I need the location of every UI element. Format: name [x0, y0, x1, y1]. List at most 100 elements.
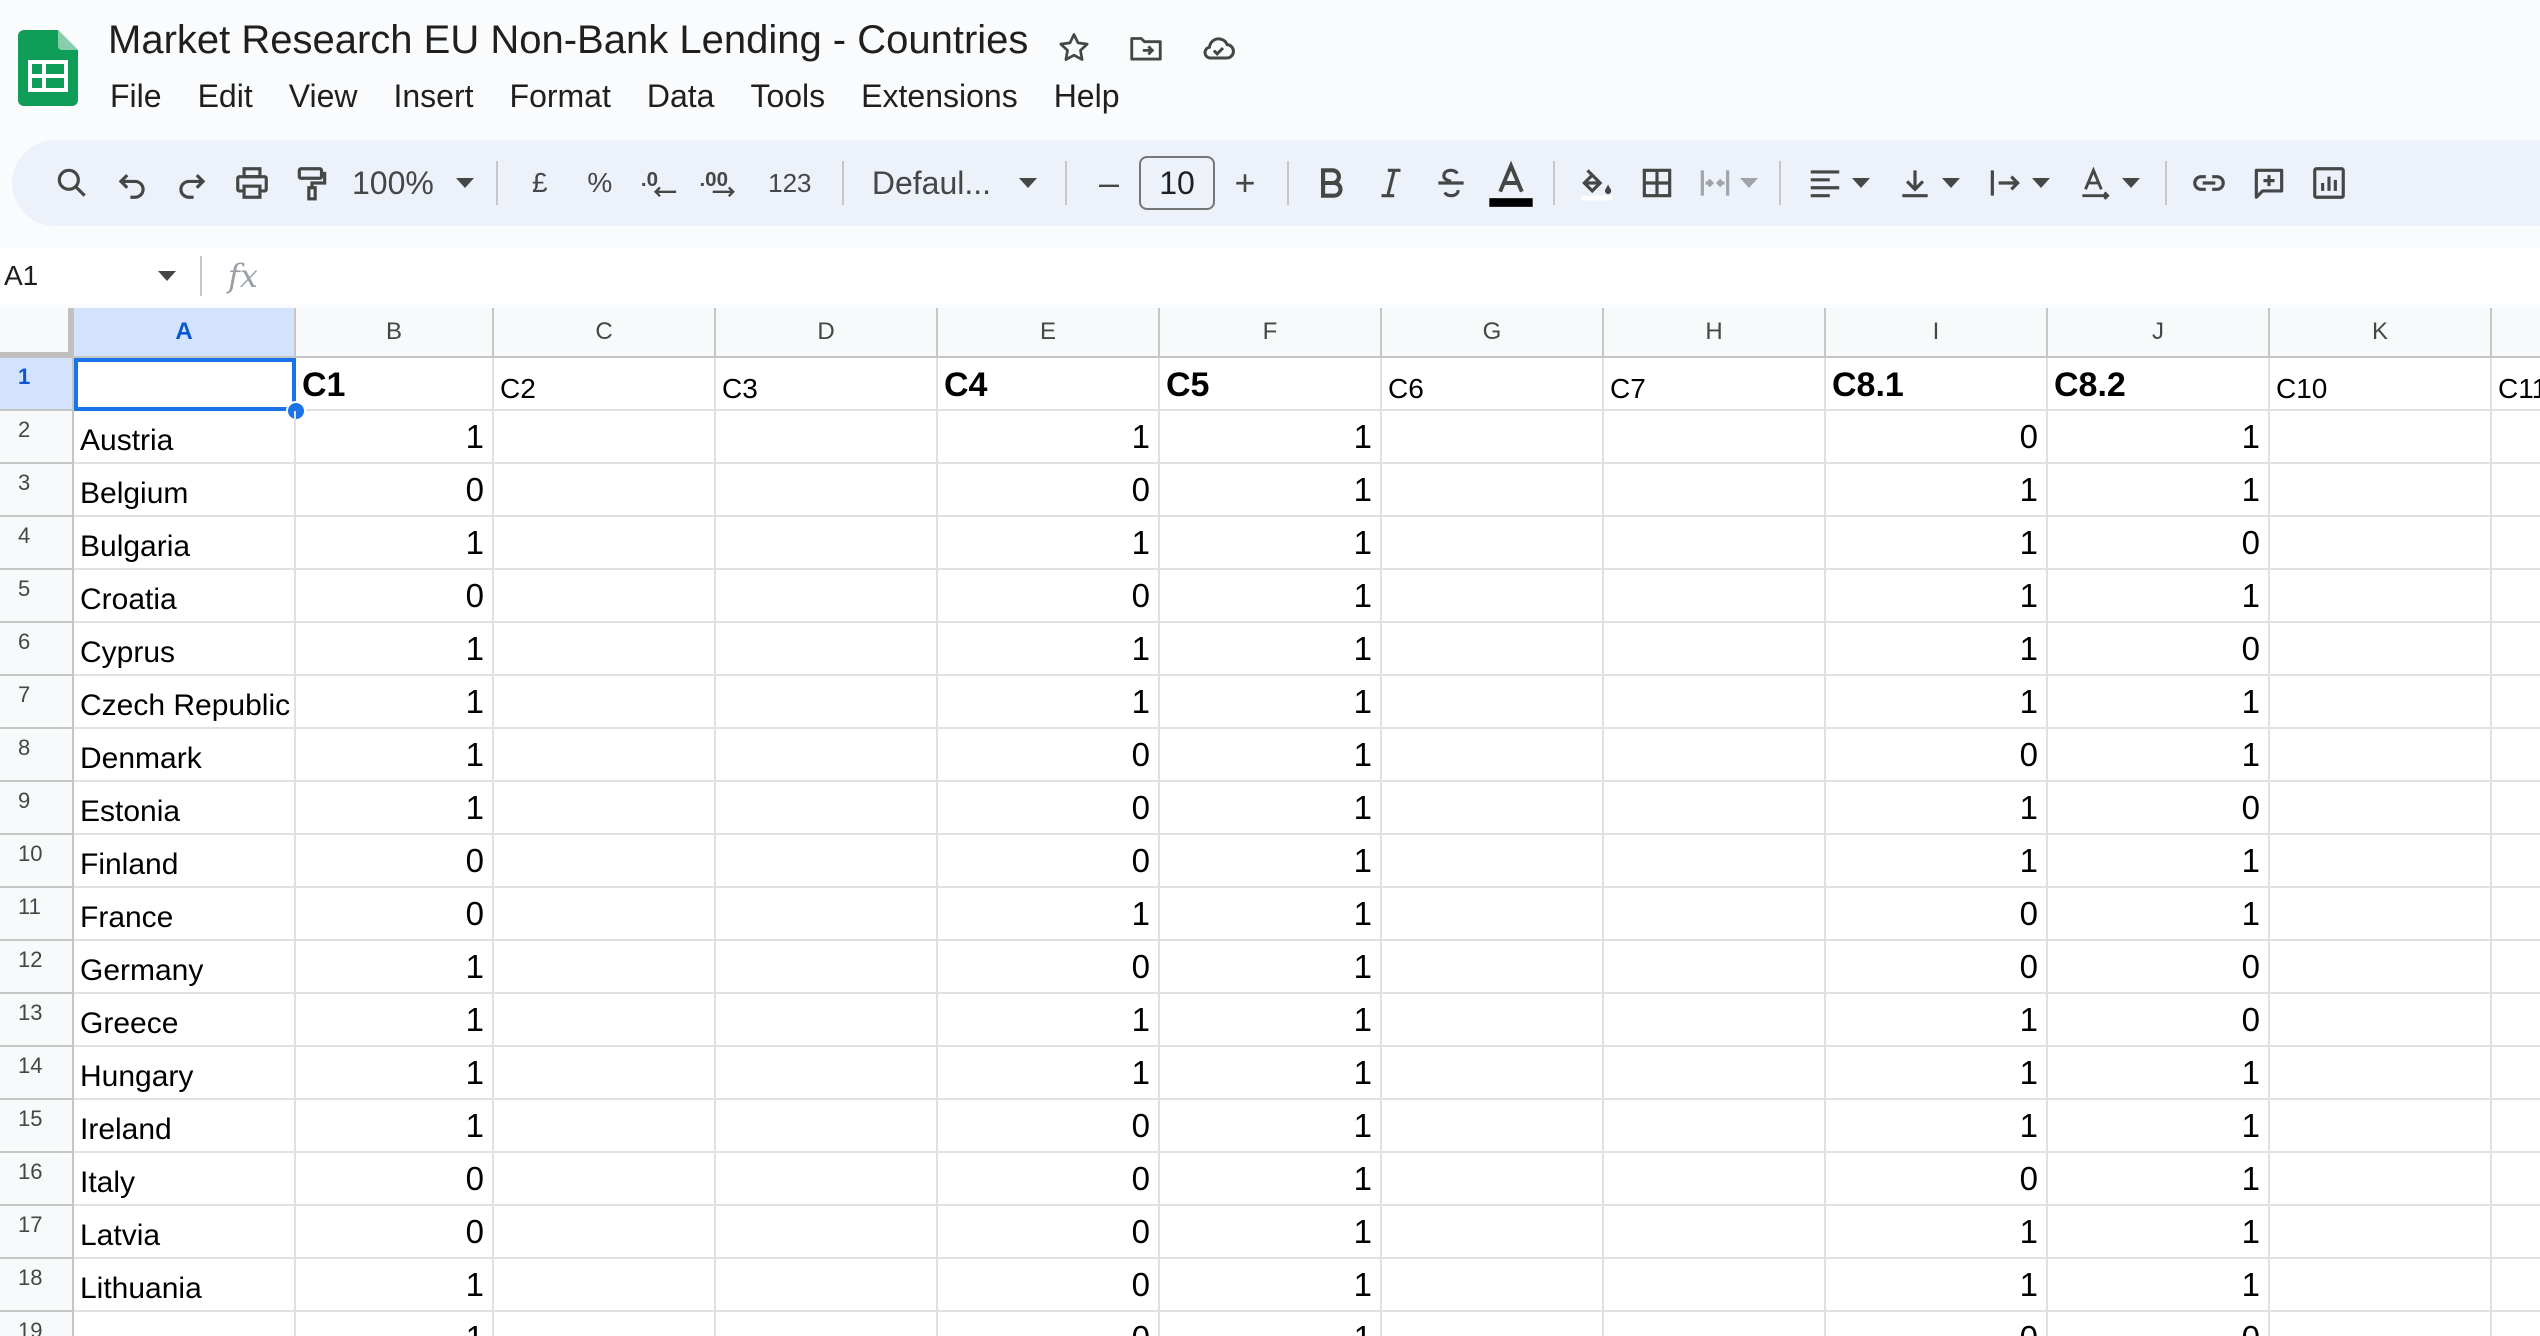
column-header-g[interactable]: G — [1382, 308, 1604, 358]
selected-cell-a1[interactable] — [74, 358, 296, 411]
value-cell[interactable]: 1 — [1826, 1206, 2048, 1259]
value-cell[interactable]: 1 — [1160, 411, 1382, 464]
value-cell[interactable]: 0 — [1826, 411, 2048, 464]
header-cell-e[interactable]: C4 — [938, 358, 1160, 411]
table-cell[interactable] — [1604, 1312, 1826, 1336]
column-header-d[interactable]: D — [716, 308, 938, 358]
increase-font-size-button[interactable]: + — [1215, 153, 1275, 213]
table-cell[interactable] — [1604, 570, 1826, 623]
table-cell[interactable] — [2492, 1047, 2540, 1100]
redo-icon[interactable] — [162, 153, 222, 213]
row-header-10[interactable]: 10 — [0, 835, 74, 888]
column-header-j[interactable]: J — [2048, 308, 2270, 358]
table-cell[interactable] — [1382, 729, 1604, 782]
table-cell[interactable] — [2270, 570, 2492, 623]
value-cell[interactable]: 1 — [1160, 570, 1382, 623]
table-cell[interactable] — [1382, 782, 1604, 835]
table-cell[interactable] — [1382, 1153, 1604, 1206]
column-header-f[interactable]: F — [1160, 308, 1382, 358]
value-cell[interactable]: 1 — [296, 1312, 494, 1336]
value-cell[interactable]: 1 — [296, 623, 494, 676]
header-cell-f[interactable]: C5 — [1160, 358, 1382, 411]
column-header-c[interactable]: C — [494, 308, 716, 358]
zoom-select[interactable]: 100% — [342, 153, 484, 213]
fill-color-icon[interactable] — [1567, 153, 1627, 213]
text-rotation-icon[interactable] — [2063, 153, 2153, 213]
value-cell[interactable]: 0 — [2048, 517, 2270, 570]
table-cell[interactable] — [1382, 676, 1604, 729]
table-cell[interactable] — [716, 464, 938, 517]
table-cell[interactable] — [1382, 570, 1604, 623]
value-cell[interactable]: 1 — [2048, 570, 2270, 623]
value-cell[interactable]: 1 — [1826, 570, 2048, 623]
table-cell[interactable] — [1382, 1100, 1604, 1153]
value-cell[interactable]: 1 — [1826, 835, 2048, 888]
value-cell[interactable]: 1 — [938, 517, 1160, 570]
value-cell[interactable]: 1 — [1160, 1259, 1382, 1312]
value-cell[interactable]: 1 — [2048, 729, 2270, 782]
table-cell[interactable] — [1382, 1312, 1604, 1336]
value-cell[interactable]: 1 — [1826, 517, 2048, 570]
value-cell[interactable]: 1 — [296, 782, 494, 835]
table-cell[interactable] — [494, 570, 716, 623]
table-cell[interactable] — [716, 411, 938, 464]
value-cell[interactable]: 1 — [2048, 464, 2270, 517]
merge-cells-icon[interactable] — [1687, 153, 1767, 213]
value-cell[interactable]: 0 — [2048, 782, 2270, 835]
row-header-12[interactable]: 12 — [0, 941, 74, 994]
table-cell[interactable] — [1382, 994, 1604, 1047]
country-cell[interactable]: Germany — [74, 941, 296, 994]
row-header-11[interactable]: 11 — [0, 888, 74, 941]
paint-format-icon[interactable] — [282, 153, 342, 213]
search-menus-icon[interactable] — [42, 153, 102, 213]
vertical-align-icon[interactable] — [1883, 153, 1973, 213]
table-cell[interactable] — [2492, 782, 2540, 835]
value-cell[interactable]: 1 — [296, 517, 494, 570]
value-cell[interactable]: 1 — [1160, 464, 1382, 517]
table-cell[interactable] — [1604, 941, 1826, 994]
table-cell[interactable] — [2270, 941, 2492, 994]
value-cell[interactable]: 0 — [2048, 941, 2270, 994]
row-header-8[interactable]: 8 — [0, 729, 74, 782]
menu-file[interactable]: File — [92, 74, 180, 119]
currency-format-button[interactable]: £ — [510, 153, 570, 213]
value-cell[interactable]: 0 — [938, 1153, 1160, 1206]
table-cell[interactable] — [1604, 994, 1826, 1047]
row-header-16[interactable]: 16 — [0, 1153, 74, 1206]
table-cell[interactable] — [494, 1047, 716, 1100]
value-cell[interactable]: 0 — [938, 782, 1160, 835]
name-box[interactable]: A1 — [0, 260, 200, 292]
row-header-3[interactable]: 3 — [0, 464, 74, 517]
table-cell[interactable] — [1604, 1047, 1826, 1100]
percent-format-button[interactable]: % — [570, 153, 630, 213]
table-cell[interactable] — [716, 570, 938, 623]
value-cell[interactable]: 1 — [938, 411, 1160, 464]
menu-format[interactable]: Format — [492, 74, 629, 119]
table-cell[interactable] — [716, 1206, 938, 1259]
value-cell[interactable]: 0 — [1826, 888, 2048, 941]
undo-icon[interactable] — [102, 153, 162, 213]
value-cell[interactable]: 1 — [938, 1047, 1160, 1100]
value-cell[interactable]: 0 — [1826, 941, 2048, 994]
row-header-4[interactable]: 4 — [0, 517, 74, 570]
table-cell[interactable] — [716, 1047, 938, 1100]
value-cell[interactable]: 0 — [296, 1153, 494, 1206]
header-cell-i[interactable]: C8.1 — [1826, 358, 2048, 411]
country-cell[interactable]: Finland — [74, 835, 296, 888]
table-cell[interactable] — [1604, 835, 1826, 888]
table-cell[interactable] — [716, 835, 938, 888]
table-cell[interactable] — [1604, 1259, 1826, 1312]
value-cell[interactable]: 0 — [938, 570, 1160, 623]
print-icon[interactable] — [222, 153, 282, 213]
value-cell[interactable]: 0 — [296, 888, 494, 941]
table-cell[interactable] — [2492, 835, 2540, 888]
value-cell[interactable]: 1 — [296, 411, 494, 464]
value-cell[interactable]: 1 — [296, 729, 494, 782]
star-icon[interactable] — [1052, 26, 1096, 70]
country-cell[interactable]: Croatia — [74, 570, 296, 623]
table-cell[interactable] — [1382, 1206, 1604, 1259]
italic-icon[interactable] — [1361, 153, 1421, 213]
value-cell[interactable]: 0 — [2048, 994, 2270, 1047]
column-header-l[interactable]: L — [2492, 308, 2540, 358]
value-cell[interactable]: 1 — [1826, 1100, 2048, 1153]
